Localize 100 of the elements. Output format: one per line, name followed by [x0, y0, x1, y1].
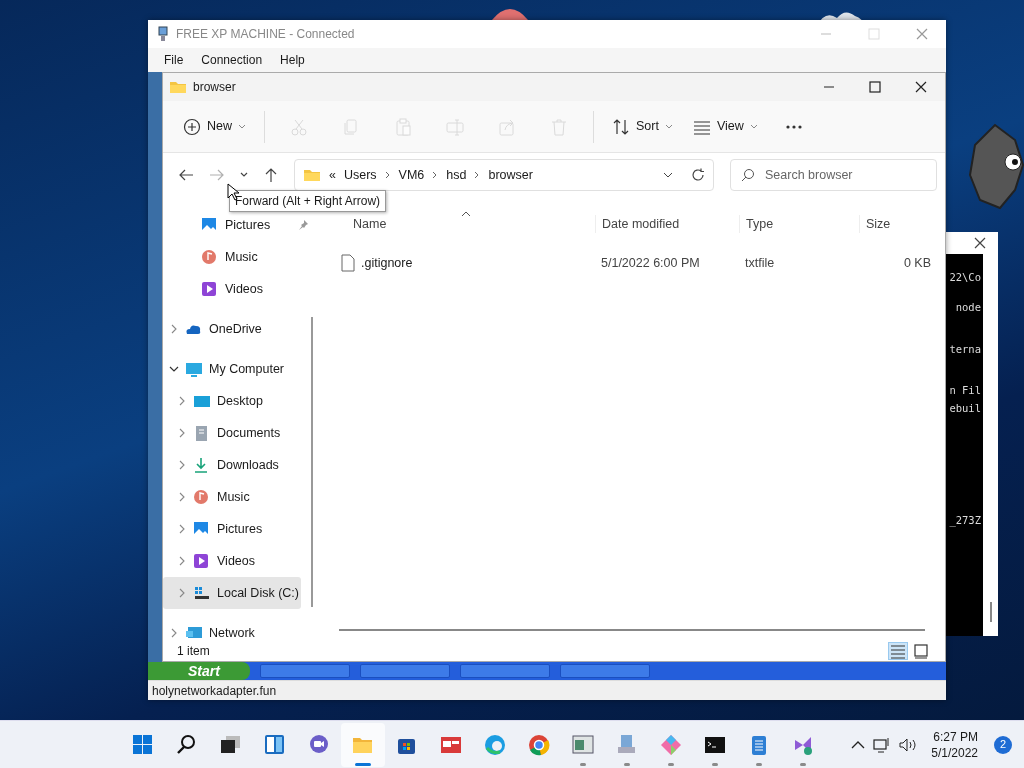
tree-item[interactable]: Music: [163, 481, 301, 513]
file-icon: [341, 254, 355, 272]
blob-shape: [490, 6, 530, 20]
view-button[interactable]: View: [684, 109, 766, 144]
chevron-right-icon: [474, 171, 481, 179]
column-header[interactable]: Size: [859, 215, 939, 233]
chevron-right-icon[interactable]: [177, 588, 187, 598]
nav-item[interactable]: Pictures: [163, 209, 309, 241]
tree-item[interactable]: Videos: [163, 545, 301, 577]
refresh-icon[interactable]: [691, 168, 705, 182]
tree-item[interactable]: Desktop: [163, 385, 301, 417]
window-title: FREE XP MACHINE - Connected: [176, 26, 355, 43]
picture-icon: [193, 521, 211, 537]
details-view-button[interactable]: [888, 642, 908, 660]
column-header[interactable]: Name: [337, 215, 595, 233]
chevron-right-icon[interactable]: [177, 460, 187, 470]
taskbar-button[interactable]: [559, 664, 650, 678]
desktop-icon: [193, 393, 211, 409]
chevron-right-icon[interactable]: [177, 524, 187, 534]
start-button[interactable]: Start: [148, 662, 250, 680]
close-icon[interactable]: [974, 237, 986, 249]
notification-count[interactable]: 2: [994, 735, 1012, 754]
chevron-right-icon[interactable]: [169, 324, 179, 334]
search-box[interactable]: Search browser: [730, 159, 937, 191]
volume-icon[interactable]: [899, 736, 918, 753]
video-icon: [201, 281, 219, 297]
tiles-view-button[interactable]: [911, 642, 931, 660]
music-icon: [201, 249, 219, 265]
column-header[interactable]: Type: [739, 215, 859, 233]
breadcrumb[interactable]: browser: [488, 165, 533, 185]
scrollbar-thumb[interactable]: [311, 317, 313, 607]
chevron-right-icon[interactable]: [169, 628, 179, 638]
file-name[interactable]: .gitignore: [361, 253, 413, 273]
chevron-right-icon[interactable]: [177, 396, 187, 406]
network-icon: [185, 625, 203, 641]
menu-item[interactable]: Help: [280, 51, 305, 69]
overflow-chevron[interactable]: «: [329, 165, 336, 185]
breadcrumb[interactable]: VM6: [398, 165, 425, 185]
sort-button[interactable]: Sort: [604, 109, 681, 144]
video-icon: [193, 553, 211, 569]
chevron-down-icon[interactable]: [169, 364, 179, 374]
console-text: node: [955, 299, 981, 315]
clock-time[interactable]: 6:27 PM: [933, 728, 978, 745]
tree-item[interactable]: My Computer: [163, 353, 301, 385]
caret-icon: [749, 123, 758, 130]
picture-icon: [201, 217, 219, 233]
search-field[interactable]: Search browser: [765, 165, 926, 185]
column-header[interactable]: Date modified: [595, 215, 739, 233]
tree-item[interactable]: Local Disk (C:): [163, 577, 301, 609]
caret-icon: [238, 123, 246, 130]
music-icon: [193, 489, 211, 505]
table-cell-text: txtfile: [744, 254, 776, 272]
chevron-down-icon[interactable]: [663, 172, 673, 178]
maximize-icon[interactable]: [869, 81, 881, 93]
breadcrumb[interactable]: Users: [343, 165, 377, 185]
chevron-right-icon[interactable]: [177, 556, 187, 566]
console-text: terna: [949, 341, 981, 357]
scrollbar-thumb[interactable]: [339, 629, 925, 631]
tree-item[interactable]: OneDrive: [163, 313, 301, 345]
nav-item[interactable]: Music: [163, 241, 301, 273]
menu-item[interactable]: Connection: [201, 51, 263, 69]
close-icon[interactable]: [915, 81, 927, 93]
chevron-right-icon: [384, 171, 391, 179]
new-button[interactable]: New: [175, 109, 254, 144]
search-icon: [741, 168, 755, 182]
console-text: 22\Co: [949, 270, 981, 285]
folder-icon: [303, 168, 321, 182]
status-text: holynetworkadapter.fun: [152, 682, 277, 700]
tree-item[interactable]: Documents: [163, 417, 301, 449]
chevron-right-icon: [432, 171, 439, 179]
chevron-right-icon[interactable]: [177, 428, 187, 438]
console-text: n Fil: [949, 383, 981, 399]
drive-icon: [193, 585, 211, 601]
folder-icon: [169, 80, 187, 94]
tree-item[interactable]: Pictures: [163, 513, 301, 545]
caret-icon: [664, 123, 673, 130]
clock-date[interactable]: 5/1/2022: [931, 744, 978, 761]
scrollbar-thumb[interactable]: [990, 602, 992, 622]
network-icon[interactable]: [873, 736, 892, 753]
status-text: 1 item: [177, 643, 210, 660]
chevron-right-icon[interactable]: [177, 492, 187, 502]
console-text: ebuil: [949, 401, 981, 416]
menu-item[interactable]: File: [164, 51, 184, 69]
computer-icon: [156, 26, 170, 42]
right-arrow-icon: [208, 167, 225, 183]
monitor-icon: [185, 361, 203, 377]
tree-item[interactable]: Downloads: [163, 449, 301, 481]
table-cell-text: 0 KB: [902, 254, 932, 272]
taskbar-button[interactable]: [359, 664, 450, 678]
nav-item[interactable]: Videos: [163, 273, 301, 305]
console-text: _273Z: [949, 512, 981, 529]
taskbar-button[interactable]: [259, 664, 350, 678]
breadcrumb[interactable]: hsd: [446, 165, 467, 185]
window-title: browser: [193, 79, 236, 96]
taskbar-button[interactable]: [459, 664, 550, 678]
tooltip: Forward (Alt + Right Arrow): [229, 190, 387, 212]
table-cell-text: 5/1/2022 6:00 PM: [600, 254, 701, 272]
chevron-up-icon[interactable]: [851, 739, 866, 750]
folder-icon[interactable]: [341, 722, 385, 767]
left-arrow-icon: [178, 167, 195, 183]
